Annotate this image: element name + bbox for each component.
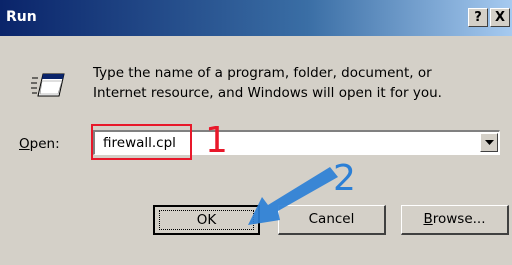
prompt-line-2: Internet resource, and Windows will open… [93,85,442,101]
browse-accel: B [423,211,433,227]
chevron-down-icon [485,140,494,145]
browse-label-rest: rowse... [432,211,486,227]
run-dialog: Run ? X Type the name of a program, fold… [0,0,512,265]
pointer-arrow-icon [248,167,338,225]
browse-button[interactable]: Browse... [401,205,509,235]
help-button[interactable]: ? [468,8,488,27]
step-1-label: 1 [205,120,228,161]
open-label-rest: pen: [29,136,60,152]
input-highlight-box [91,124,192,160]
prompt-line-1: Type the name of a program, folder, docu… [93,65,432,81]
dropdown-button[interactable] [480,133,498,152]
window-title: Run [6,9,37,25]
run-program-icon [31,73,65,97]
open-accel: O [19,136,30,152]
close-button[interactable]: X [490,8,510,27]
title-bar[interactable]: Run ? X [0,0,512,36]
prompt-text: Type the name of a program, folder, docu… [93,63,503,103]
open-label: Open: [19,136,60,152]
